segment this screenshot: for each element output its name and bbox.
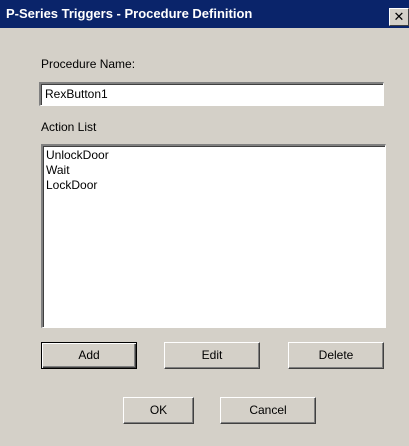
action-list-label: Action List <box>41 120 97 134</box>
list-item[interactable]: LockDoor <box>46 178 382 193</box>
close-button[interactable]: ✕ <box>389 8 409 26</box>
window-title: P-Series Triggers - Procedure Definition <box>6 6 253 21</box>
list-item[interactable]: UnlockDoor <box>46 148 382 163</box>
close-icon: ✕ <box>393 9 405 24</box>
title-bar[interactable]: P-Series Triggers - Procedure Definition… <box>0 0 409 28</box>
list-item[interactable]: Wait <box>46 163 382 178</box>
add-button[interactable]: Add <box>41 342 137 369</box>
action-listbox[interactable]: UnlockDoor Wait LockDoor <box>41 144 386 328</box>
cancel-button[interactable]: Cancel <box>220 397 316 424</box>
edit-button[interactable]: Edit <box>164 342 260 369</box>
delete-button[interactable]: Delete <box>288 342 384 369</box>
procedure-name-label: Procedure Name: <box>41 57 136 71</box>
procedure-definition-dialog: P-Series Triggers - Procedure Definition… <box>0 0 409 446</box>
ok-button[interactable]: OK <box>123 397 194 424</box>
procedure-name-input[interactable]: RexButton1 <box>39 82 384 106</box>
